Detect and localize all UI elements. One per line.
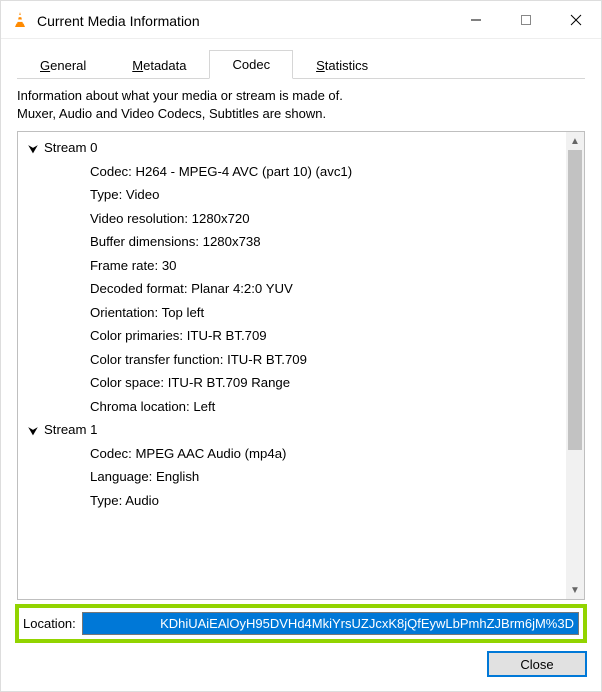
tab-content: Information about what your media or str… [1,79,601,604]
scrollbar-thumb[interactable] [568,150,582,450]
tab-general[interactable]: General [17,51,109,79]
media-info-window: Current Media Information General Metada… [0,0,602,692]
stream-prop: Language: English [20,465,564,489]
stream-prop: Type: Audio [20,489,564,513]
stream-prop: Color transfer function: ITU-R BT.709 [20,348,564,372]
location-input[interactable] [82,612,579,635]
close-window-button[interactable] [551,1,601,38]
window-controls [451,1,601,38]
stream-prop: Color primaries: ITU-R BT.709 [20,324,564,348]
maximize-button[interactable] [501,1,551,38]
scroll-down-arrow-icon[interactable]: ▼ [566,581,584,599]
tab-bar: General Metadata Codec Statistics [17,49,585,79]
codec-tree[interactable]: ⮟Stream 0 Codec: H264 - MPEG-4 AVC (part… [18,132,566,599]
location-row: Location: [15,604,587,643]
tab-statistics[interactable]: Statistics [293,51,391,79]
chevron-down-icon: ⮟ [28,420,38,444]
stream-prop: Type: Video [20,183,564,207]
stream-prop: Frame rate: 30 [20,254,564,278]
stream-prop: Decoded format: Planar 4:2:0 YUV [20,277,564,301]
chevron-down-icon: ⮟ [28,138,38,162]
bottom-panel: Location: Close [1,604,601,691]
window-title: Current Media Information [37,11,451,29]
close-button[interactable]: Close [487,651,587,677]
tab-codec[interactable]: Codec [209,50,293,79]
button-row: Close [15,651,587,677]
stream-prop: Codec: MPEG AAC Audio (mp4a) [20,442,564,466]
stream-header[interactable]: ⮟Stream 1 [20,418,564,442]
stream-header[interactable]: ⮟Stream 0 [20,136,564,160]
codec-tree-container: ⮟Stream 0 Codec: H264 - MPEG-4 AVC (part… [17,131,585,600]
stream-prop: Buffer dimensions: 1280x738 [20,230,564,254]
stream-prop: Color space: ITU-R BT.709 Range [20,371,564,395]
stream-prop: Video resolution: 1280x720 [20,207,564,231]
vertical-scrollbar[interactable]: ▲ ▼ [566,132,584,599]
stream-prop: Orientation: Top left [20,301,564,325]
stream-prop: Codec: H264 - MPEG-4 AVC (part 10) (avc1… [20,160,564,184]
titlebar: Current Media Information [1,1,601,39]
info-text: Information about what your media or str… [17,87,585,123]
stream-prop: Chroma location: Left [20,395,564,419]
location-label: Location: [23,616,82,631]
tab-metadata[interactable]: Metadata [109,51,209,79]
vlc-icon [11,11,29,29]
minimize-button[interactable] [451,1,501,38]
scroll-up-arrow-icon[interactable]: ▲ [566,132,584,150]
